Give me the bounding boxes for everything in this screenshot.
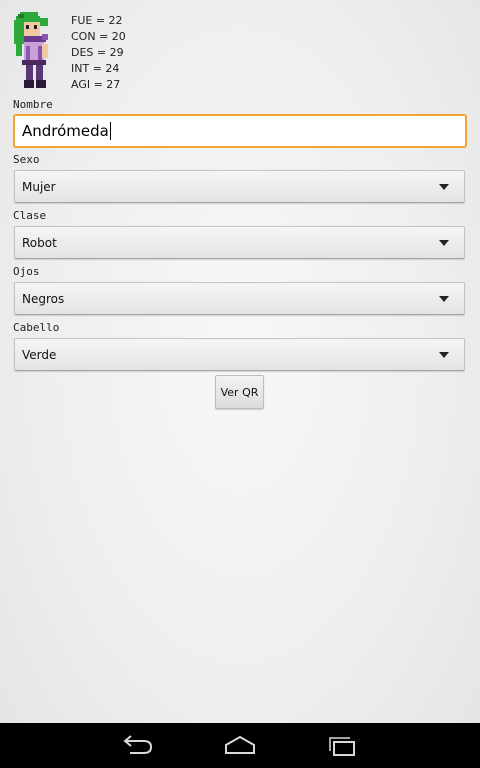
character-stats: FUE = 22 CON = 20 DES = 29 INT = 24 AGI … <box>71 13 126 93</box>
stat-des: DES = 29 <box>71 46 124 59</box>
name-input-value: Andrómeda <box>22 122 109 140</box>
stat-agi: AGI = 27 <box>71 78 121 91</box>
hair-label: Cabello <box>13 321 60 334</box>
text-caret <box>109 122 111 140</box>
eyes-label: Ojos <box>13 265 40 278</box>
recent-apps-icon[interactable] <box>322 733 362 759</box>
stat-fue: FUE = 22 <box>71 14 123 27</box>
sex-dropdown-value: Mujer <box>22 179 56 194</box>
dropdown-arrow-icon <box>439 295 449 302</box>
class-dropdown[interactable]: Robot <box>14 226 465 259</box>
class-dropdown-value: Robot <box>22 235 57 250</box>
hair-dropdown[interactable]: Verde <box>14 338 465 371</box>
sex-dropdown[interactable]: Mujer <box>14 170 465 203</box>
back-icon[interactable] <box>118 733 158 759</box>
hair-dropdown-value: Verde <box>22 347 57 362</box>
navigation-bar <box>0 723 480 768</box>
home-icon[interactable] <box>220 733 260 759</box>
name-label: Nombre <box>13 98 53 111</box>
app-screen: FUE = 22 CON = 20 DES = 29 INT = 24 AGI … <box>0 0 480 723</box>
class-label: Clase <box>13 209 47 222</box>
eyes-dropdown[interactable]: Negros <box>14 282 465 315</box>
dropdown-arrow-icon <box>439 351 449 358</box>
sex-label: Sexo <box>13 153 40 166</box>
dropdown-arrow-icon <box>439 239 449 246</box>
character-avatar <box>14 12 48 88</box>
eyes-dropdown-value: Negros <box>22 291 65 306</box>
stat-int: INT = 24 <box>71 62 120 75</box>
name-input[interactable]: Andrómeda <box>13 114 467 148</box>
dropdown-arrow-icon <box>439 183 449 190</box>
view-qr-button[interactable]: Ver QR <box>215 375 264 409</box>
stat-con: CON = 20 <box>71 30 126 43</box>
